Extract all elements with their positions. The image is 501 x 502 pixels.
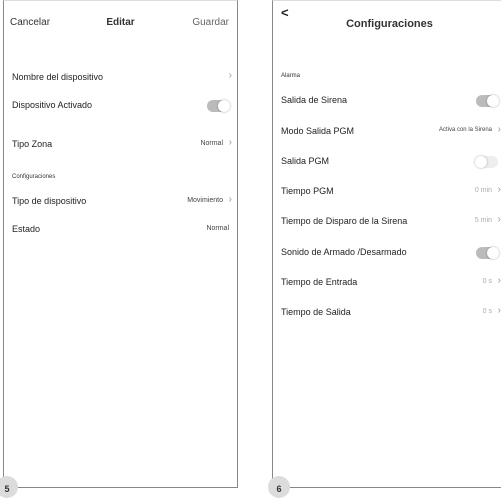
device-type-label: Tipo de dispositivo — [12, 196, 87, 206]
toggle-knob — [475, 156, 487, 168]
chevron-right-icon: › — [497, 214, 501, 225]
toggle-knob — [218, 100, 230, 112]
save-button[interactable]: Guardar — [192, 17, 229, 28]
section-alarm-label: Alarma — [281, 73, 301, 79]
pgm-time-value: 0 min — [474, 187, 492, 194]
state-value: Normal — [206, 225, 229, 232]
entry-time-label: Tiempo de Entrada — [281, 277, 358, 287]
page-title: Configuraciones — [346, 18, 433, 30]
state-label: Estado — [12, 224, 41, 234]
siren-output-label: Salida de Sirena — [281, 95, 348, 105]
siren-time-value: 5 min — [474, 217, 492, 224]
toggle-knob — [487, 95, 499, 107]
arm-sound-label: Sonido de Armado /Desarmado — [281, 247, 407, 257]
chevron-right-icon: › — [228, 194, 232, 205]
device-active-label: Dispositivo Activado — [12, 100, 93, 110]
exit-time-label: Tiempo de Salida — [281, 307, 351, 317]
entry-time-value: 0 s — [482, 278, 492, 285]
settings-screen: < Configuraciones Alarma Salida de Siren… — [272, 0, 501, 488]
arm-sound-toggle[interactable] — [476, 247, 499, 259]
device-name-label: Nombre del dispositivo — [12, 72, 104, 82]
pgm-output-toggle[interactable] — [475, 156, 498, 168]
zone-type-label: Tipo Zona — [12, 139, 53, 149]
exit-time-value: 0 s — [482, 308, 492, 315]
arm-sound-row: Sonido de Armado /Desarmado — [273, 244, 501, 264]
pgm-mode-row[interactable]: Modo Salida PGM Activa con la Sirena › — [273, 123, 501, 143]
chevron-right-icon: › — [497, 305, 501, 316]
toggle-knob — [487, 247, 499, 259]
pgm-time-row[interactable]: Tiempo PGM 0 min › — [273, 183, 501, 203]
entry-time-row[interactable]: Tiempo de Entrada 0 s › — [273, 274, 501, 294]
siren-time-label: Tiempo de Disparo de la Sirena — [281, 216, 408, 226]
siren-output-row: Salida de Sirena — [273, 92, 501, 112]
siren-time-row[interactable]: Tiempo de Disparo de la Sirena 5 min › — [273, 213, 501, 233]
chevron-right-icon: › — [228, 70, 232, 81]
zone-type-value: Normal — [200, 140, 223, 147]
edit-screen: Cancelar Editar Guardar Nombre del dispo… — [3, 0, 238, 488]
edit-header: Cancelar Editar Guardar — [4, 11, 237, 35]
state-row: Estado Normal — [4, 221, 237, 241]
device-type-row[interactable]: Tipo de dispositivo Movimiento › — [4, 193, 237, 213]
page-number-badge: 5 — [0, 476, 18, 498]
pgm-output-label: Salida PGM — [281, 156, 330, 166]
pgm-time-label: Tiempo PGM — [281, 186, 334, 196]
section-config-label: Configuraciones — [12, 174, 56, 180]
chevron-right-icon: › — [497, 275, 501, 286]
device-type-value: Movimiento — [187, 197, 223, 204]
siren-output-toggle[interactable] — [476, 95, 499, 107]
page-number-badge: 6 — [268, 476, 290, 498]
chevron-right-icon: › — [497, 184, 501, 195]
zone-type-row[interactable]: Tipo Zona Normal › — [4, 136, 237, 156]
device-active-row: Dispositivo Activado — [4, 97, 237, 117]
pgm-mode-label: Modo Salida PGM — [281, 126, 355, 136]
pgm-mode-value: Activa con la Sirena — [438, 127, 492, 133]
pgm-output-row: Salida PGM — [273, 153, 501, 173]
device-active-toggle[interactable] — [207, 100, 230, 112]
exit-time-row[interactable]: Tiempo de Salida 0 s › — [273, 304, 501, 324]
chevron-right-icon: › — [228, 137, 232, 148]
chevron-right-icon: › — [497, 124, 501, 135]
device-name-row[interactable]: Nombre del dispositivo › — [4, 69, 237, 89]
